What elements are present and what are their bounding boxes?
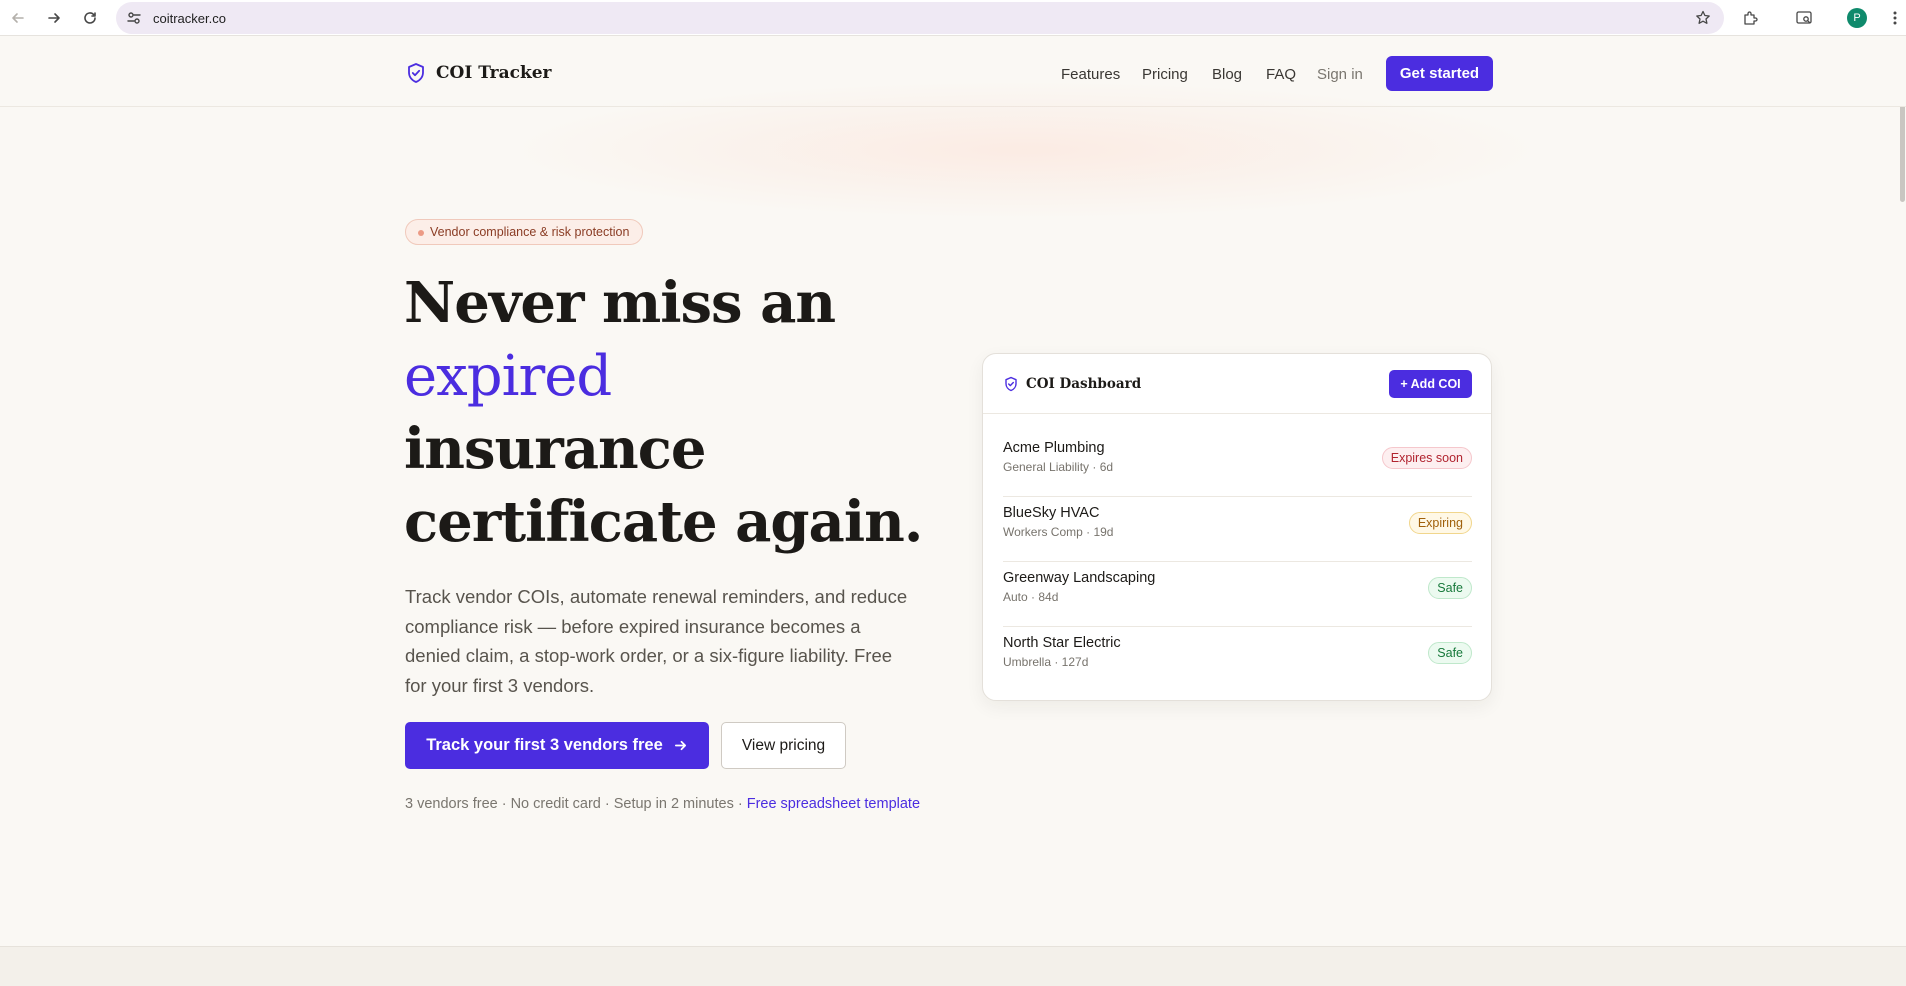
next-section-band [0, 946, 1906, 986]
hero-title-accent: expired [404, 344, 612, 409]
vendor-meta: Auto · 84d [1003, 590, 1059, 604]
reload-icon[interactable] [79, 7, 101, 29]
hero-description: Track vendor COIs, automate renewal remi… [405, 586, 908, 696]
dashboard-header: COI Dashboard + Add COI [983, 354, 1491, 414]
hero-title-line3: insurance [404, 416, 706, 482]
status-badge: Expiring [1408, 512, 1472, 534]
status-badge: Safe [1428, 642, 1472, 664]
view-pricing-button[interactable]: View pricing [721, 722, 846, 769]
hero-title: Never miss an expired insurance certific… [404, 267, 923, 559]
track-vendors-label: Track your first 3 vendors free [426, 736, 663, 754]
bookmark-star-icon[interactable] [1694, 9, 1712, 27]
menu-kebab-icon[interactable] [1884, 7, 1906, 29]
track-vendors-button[interactable]: Track your first 3 vendors free [405, 722, 709, 769]
fineprint-text: 3 vendors free · No credit card · Setup … [405, 796, 747, 812]
list-item[interactable]: BlueSky HVAC Workers Comp · 19d Expiring [1003, 497, 1472, 562]
hero-pill-badge: Vendor compliance & risk protection [405, 219, 644, 245]
hero-fineprint: 3 vendors free · No credit card · Setup … [405, 794, 925, 814]
pill-label: Vendor compliance & risk protection [430, 225, 630, 239]
extensions-icon[interactable] [1740, 7, 1762, 29]
status-badge: Safe [1428, 577, 1472, 599]
list-item[interactable]: North Star Electric Umbrella · 127d Safe [1003, 627, 1472, 692]
vendor-name: Greenway Landscaping [1003, 570, 1156, 586]
pill-dot [418, 230, 424, 236]
profile-avatar[interactable]: P [1847, 8, 1867, 28]
shield-check-icon [1005, 376, 1017, 392]
tab-search-icon[interactable] [1793, 7, 1815, 29]
vendor-meta: Umbrella · 127d [1003, 655, 1089, 669]
vendor-meta: Workers Comp · 19d [1003, 525, 1114, 539]
vendor-list: Acme Plumbing General Liability · 6d Exp… [1003, 432, 1472, 692]
list-item[interactable]: Greenway Landscaping Auto · 84d Safe [1003, 562, 1472, 627]
dashboard-title: COI Dashboard [1026, 376, 1142, 392]
list-item[interactable]: Acme Plumbing General Liability · 6d Exp… [1003, 432, 1472, 497]
back-icon[interactable] [7, 7, 29, 29]
vendor-name: BlueSky HVAC [1003, 505, 1100, 521]
shield-check-icon [408, 63, 424, 83]
forward-icon[interactable] [43, 7, 65, 29]
hero-title-line4: certificate again. [404, 489, 923, 555]
hero-title-line1: Never miss an [404, 270, 836, 336]
add-coi-button[interactable]: + Add COI [1389, 370, 1472, 398]
vendor-name: North Star Electric [1003, 635, 1121, 651]
vendor-meta: General Liability · 6d [1003, 460, 1114, 474]
url-text[interactable]: coitracker.co [153, 11, 226, 26]
spreadsheet-template-link[interactable]: Free spreadsheet template [747, 796, 920, 812]
hero-glow [500, 80, 1550, 220]
status-badge: Expires soon [1381, 447, 1472, 469]
browser-toolbar: coitracker.co P [0, 0, 1906, 36]
coi-dashboard-card: COI Dashboard + Add COI Acme Plumbing Ge… [982, 353, 1492, 701]
address-bar[interactable]: coitracker.co [116, 2, 1724, 34]
arrow-right-icon [674, 740, 686, 751]
vendor-name: Acme Plumbing [1003, 440, 1105, 456]
site-settings-icon[interactable] [126, 10, 142, 26]
